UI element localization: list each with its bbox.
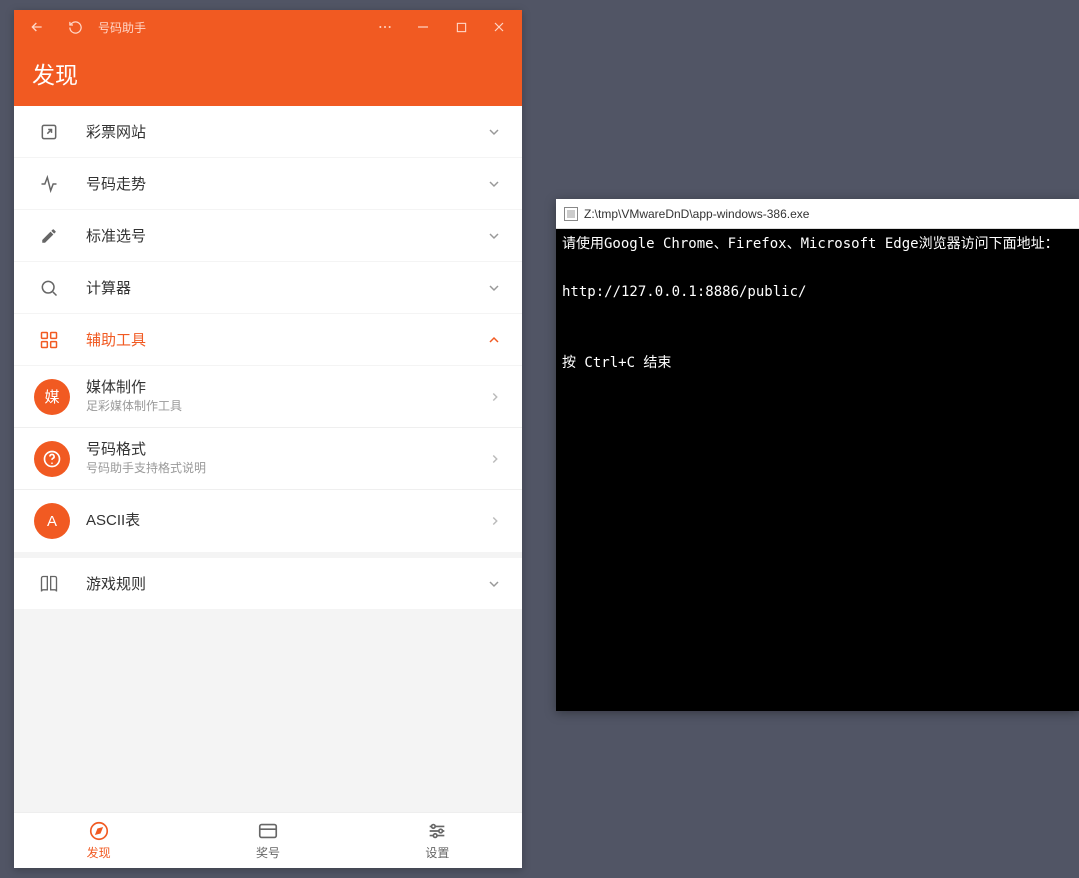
menu-item-tools[interactable]: 辅助工具 — [14, 314, 522, 366]
back-button[interactable] — [18, 10, 56, 44]
console-title-text: Z:\tmp\VMwareDnD\app-windows-386.exe — [584, 207, 809, 221]
menu-list: 彩票网站 号码走势 标准选号 — [14, 106, 522, 812]
sub-item-text: 媒体制作 足彩媒体制作工具 — [70, 378, 488, 415]
chevron-down-icon — [486, 176, 502, 192]
menu-item-rules[interactable]: 游戏规则 — [14, 558, 522, 610]
menu-label: 标准选号 — [64, 225, 486, 246]
page-title: 发现 — [14, 44, 522, 106]
close-button[interactable] — [480, 10, 518, 44]
book-icon — [34, 574, 64, 594]
pencil-icon — [34, 227, 64, 245]
maximize-button[interactable] — [442, 10, 480, 44]
activity-icon — [34, 174, 64, 194]
sub-item-text: 号码格式 号码助手支持格式说明 — [70, 440, 488, 477]
menu-label: 辅助工具 — [64, 329, 486, 350]
menu-label: 彩票网站 — [64, 121, 486, 142]
avatar: A — [34, 503, 70, 539]
tab-label: 奖号 — [256, 844, 280, 861]
sub-item-text: ASCII表 — [70, 511, 488, 531]
sub-item-format[interactable]: 号码格式 号码助手支持格式说明 — [14, 428, 522, 490]
console-icon — [564, 207, 578, 221]
tab-label: 发现 — [87, 844, 111, 861]
sub-item-subtitle: 号码助手支持格式说明 — [86, 461, 488, 477]
compass-icon — [88, 820, 110, 842]
tab-prize[interactable]: 奖号 — [183, 813, 352, 868]
sub-item-title: 媒体制作 — [86, 378, 488, 398]
chevron-up-icon — [486, 332, 502, 348]
menu-item-pick[interactable]: 标准选号 — [14, 210, 522, 262]
menu-label: 号码走势 — [64, 173, 486, 194]
menu-item-lottery[interactable]: 彩票网站 — [14, 106, 522, 158]
chevron-down-icon — [486, 280, 502, 296]
minimize-button[interactable] — [404, 10, 442, 44]
sub-item-title: 号码格式 — [86, 440, 488, 460]
search-icon — [34, 278, 64, 298]
chevron-down-icon — [486, 228, 502, 244]
menu-label: 游戏规则 — [64, 573, 486, 594]
tab-settings[interactable]: 设置 — [353, 813, 522, 868]
window-title: 号码助手 — [94, 19, 146, 36]
sub-item-title: ASCII表 — [86, 511, 488, 531]
more-button[interactable] — [366, 10, 404, 44]
menu-label: 计算器 — [64, 277, 486, 298]
chevron-down-icon — [486, 124, 502, 140]
sub-item-ascii[interactable]: A ASCII表 — [14, 490, 522, 552]
chevron-right-icon — [488, 390, 502, 404]
chevron-right-icon — [488, 514, 502, 528]
refresh-button[interactable] — [56, 10, 94, 44]
sliders-icon — [426, 820, 448, 842]
avatar — [34, 441, 70, 477]
sub-item-media[interactable]: 媒 媒体制作 足彩媒体制作工具 — [14, 366, 522, 428]
avatar: 媒 — [34, 379, 70, 415]
titlebar: 号码助手 — [14, 10, 522, 44]
chevron-right-icon — [488, 452, 502, 466]
ticket-icon — [257, 820, 279, 842]
console-titlebar[interactable]: Z:\tmp\VMwareDnD\app-windows-386.exe — [556, 199, 1079, 229]
app-window: 号码助手 发现 彩票网站 号码走势 — [14, 10, 522, 868]
sub-item-subtitle: 足彩媒体制作工具 — [86, 399, 488, 415]
menu-item-trend[interactable]: 号码走势 — [14, 158, 522, 210]
chevron-down-icon — [486, 576, 502, 592]
grid-icon — [34, 330, 64, 350]
console-window: Z:\tmp\VMwareDnD\app-windows-386.exe 请使用… — [556, 199, 1079, 711]
tabbar: 发现 奖号 设置 — [14, 812, 522, 868]
tab-discover[interactable]: 发现 — [14, 813, 183, 868]
console-output: 请使用Google Chrome、Firefox、Microsoft Edge浏… — [556, 229, 1079, 711]
external-link-icon — [34, 122, 64, 142]
tab-label: 设置 — [425, 844, 449, 861]
menu-item-calc[interactable]: 计算器 — [14, 262, 522, 314]
